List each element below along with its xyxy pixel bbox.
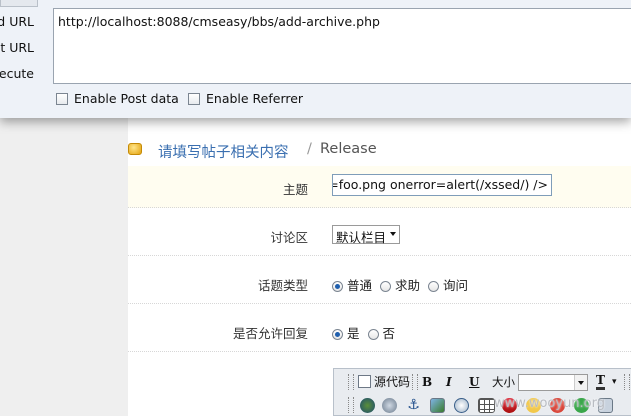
allow-reply-yes[interactable]: 是 (332, 326, 360, 341)
topic-type-row: 话题类型 普通 求助 询问 (128, 256, 631, 304)
form-title: 请填写帖子相关内容 / Release (128, 138, 631, 162)
enable-post-data-checkbox[interactable]: Enable Post data (56, 91, 179, 109)
subject-row: 主题 g src=foo.png onerror=alert(/xssed/) … (128, 166, 631, 208)
enable-post-data-label: Enable Post data (74, 91, 179, 106)
italic-button[interactable]: I (446, 373, 452, 391)
forum-row: 讨论区 默认栏目 (128, 208, 631, 256)
watermark: www.wooyun.org (494, 396, 606, 411)
anchor-icon[interactable]: ⚓ (406, 398, 421, 413)
title-english: Release (320, 141, 377, 157)
allow-reply-row: 是否允许回复 是 否 (128, 304, 631, 352)
split-url-label: it URL (0, 40, 34, 55)
enable-referrer-checkbox[interactable]: Enable Referrer (188, 91, 303, 109)
editor-toolbar-row-1: 源代码 B I U 大小 T ▾ (334, 371, 631, 393)
subject-input[interactable]: g src=foo.png onerror=alert(/xssed/) /> (332, 174, 552, 196)
checkbox-icon (56, 93, 68, 105)
topic-type-label: 话题类型 (257, 278, 308, 293)
radio-selected-icon (332, 281, 343, 292)
topic-type-option-help[interactable]: 求助 (380, 278, 420, 293)
toolbar-separator (412, 374, 418, 390)
chevron-down-icon (574, 375, 587, 390)
flash-icon[interactable] (454, 398, 469, 413)
source-code-button[interactable]: 源代码 (358, 373, 410, 391)
allow-reply-radios: 是 否 (332, 323, 399, 342)
font-color-button[interactable]: T (596, 373, 605, 390)
split-url-button[interactable]: it URL (0, 40, 50, 58)
globe-icon[interactable] (360, 398, 375, 413)
topic-type-option-label: 询问 (443, 278, 469, 293)
chevron-down-icon (390, 232, 396, 236)
font-size-label: 大小 (492, 375, 515, 389)
load-url-button[interactable]: d URL (0, 14, 50, 32)
allow-reply-option-label: 是 (347, 326, 360, 341)
page-left-margin (0, 118, 128, 416)
forum-selected-value: 默认栏目 (336, 230, 387, 245)
execute-label: ecute (0, 66, 34, 81)
toolbar-grip[interactable] (348, 374, 354, 390)
bold-button[interactable]: B (422, 373, 432, 391)
checkbox-icon (188, 93, 200, 105)
execute-button[interactable]: ecute (0, 66, 50, 84)
load-url-label: d URL (0, 14, 34, 29)
allow-reply-option-label: 否 (382, 326, 396, 341)
radio-icon (380, 281, 391, 292)
toolbar-separator (624, 374, 630, 390)
subject-value: g src=foo.png onerror=alert(/xssed/) /> (333, 177, 548, 192)
font-color-dropdown-icon[interactable]: ▾ (612, 373, 617, 391)
allow-reply-label: 是否允许回复 (232, 326, 308, 341)
forum-label: 讨论区 (270, 230, 308, 245)
topic-type-radios: 普通 求助 询问 (332, 275, 472, 294)
title-separator: / (307, 141, 312, 157)
unlink-icon[interactable] (382, 398, 397, 413)
topic-type-option-label: 求助 (395, 278, 421, 293)
radio-selected-icon (332, 329, 343, 340)
hackbar-panel: d URL it URL ecute http://localhost:8088… (0, 0, 631, 118)
hackbar-top-button[interactable] (0, 0, 38, 7)
underline-button[interactable]: U (469, 373, 479, 391)
radio-icon (428, 281, 439, 292)
source-code-label: 源代码 (374, 375, 411, 389)
url-textarea[interactable]: http://localhost:8088/cmseasy/bbs/add-ar… (53, 8, 631, 84)
font-size-select[interactable] (518, 374, 588, 391)
table-icon[interactable] (478, 398, 495, 413)
note-icon (128, 143, 142, 155)
title-chinese: 请填写帖子相关内容 (158, 145, 289, 161)
topic-type-option-ask[interactable]: 询问 (428, 278, 468, 293)
radio-icon (367, 329, 379, 340)
topic-type-option-normal[interactable]: 普通 (332, 278, 372, 293)
subject-label: 主题 (282, 182, 308, 197)
topic-type-option-label: 普通 (347, 278, 373, 293)
allow-reply-no[interactable]: 否 (367, 326, 396, 341)
toolbar-grip[interactable] (348, 397, 354, 413)
image-icon[interactable] (430, 398, 445, 413)
forum-select[interactable]: 默认栏目 (332, 225, 400, 245)
enable-referrer-label: Enable Referrer (206, 91, 304, 106)
source-icon (358, 375, 371, 388)
